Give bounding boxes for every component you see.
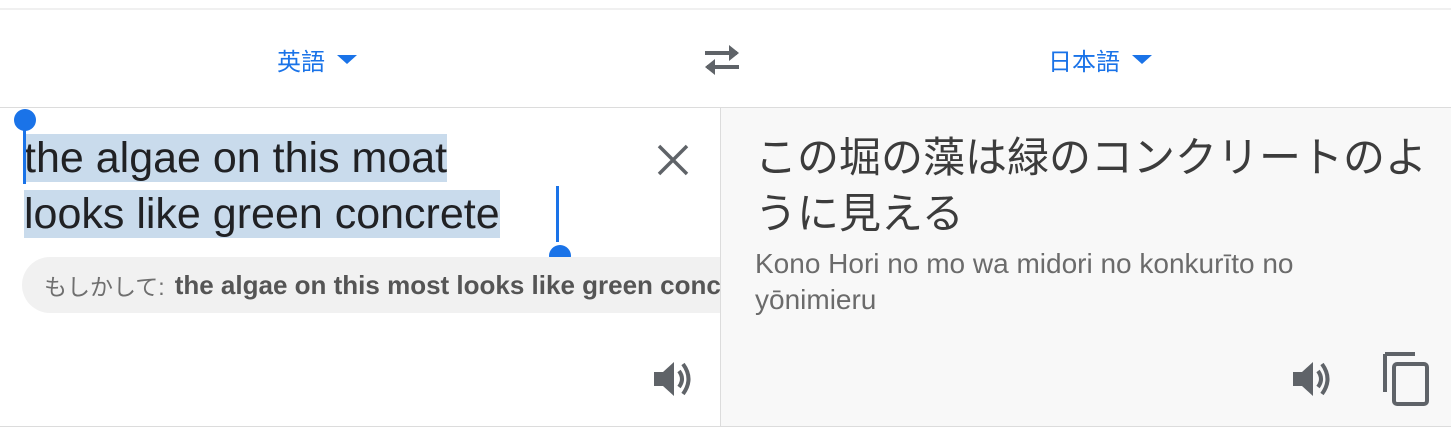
target-pane: この堀の藻は緑のコンクリートのように見える Kono Hori no mo wa… bbox=[721, 108, 1451, 427]
selection-end-caret bbox=[556, 186, 559, 242]
caret-down-icon bbox=[337, 55, 357, 64]
speaker-icon[interactable] bbox=[1291, 358, 1333, 400]
close-icon[interactable] bbox=[655, 142, 691, 178]
selection-start-caret bbox=[23, 128, 26, 184]
romanization-text: Kono Hori no mo wa midori no konkurīto n… bbox=[755, 248, 1294, 315]
language-bar: 英語 日本語 bbox=[0, 10, 1451, 108]
did-you-mean-suggestion[interactable]: もしかして: the algae on this most looks like… bbox=[22, 257, 720, 313]
target-language-button[interactable]: 日本語 bbox=[1048, 42, 1152, 77]
source-text-input[interactable]: the algae on this moat looks like green … bbox=[24, 130, 584, 242]
target-language-label: 日本語 bbox=[1048, 48, 1120, 76]
swap-languages-icon[interactable] bbox=[699, 42, 745, 78]
suggestion-text: the algae on this most looks like green … bbox=[174, 269, 720, 300]
copy-icon[interactable] bbox=[1381, 352, 1431, 406]
source-text-line2: looks like green concrete bbox=[24, 190, 500, 238]
speaker-icon[interactable] bbox=[652, 358, 694, 400]
translation-text: この堀の藻は緑のコンクリートのように見える bbox=[755, 133, 1428, 238]
source-text-line1: the algae on this moat bbox=[24, 134, 448, 182]
source-language-button[interactable]: 英語 bbox=[277, 42, 357, 77]
caret-down-icon bbox=[1132, 55, 1152, 64]
source-language-label: 英語 bbox=[277, 48, 325, 76]
suggestion-prefix: もしかして: bbox=[44, 274, 165, 300]
translate-app: 英語 日本語 the algae on this moat looks like… bbox=[0, 0, 1451, 439]
bottom-divider bbox=[0, 426, 1451, 427]
source-pane: the algae on this moat looks like green … bbox=[0, 108, 720, 427]
